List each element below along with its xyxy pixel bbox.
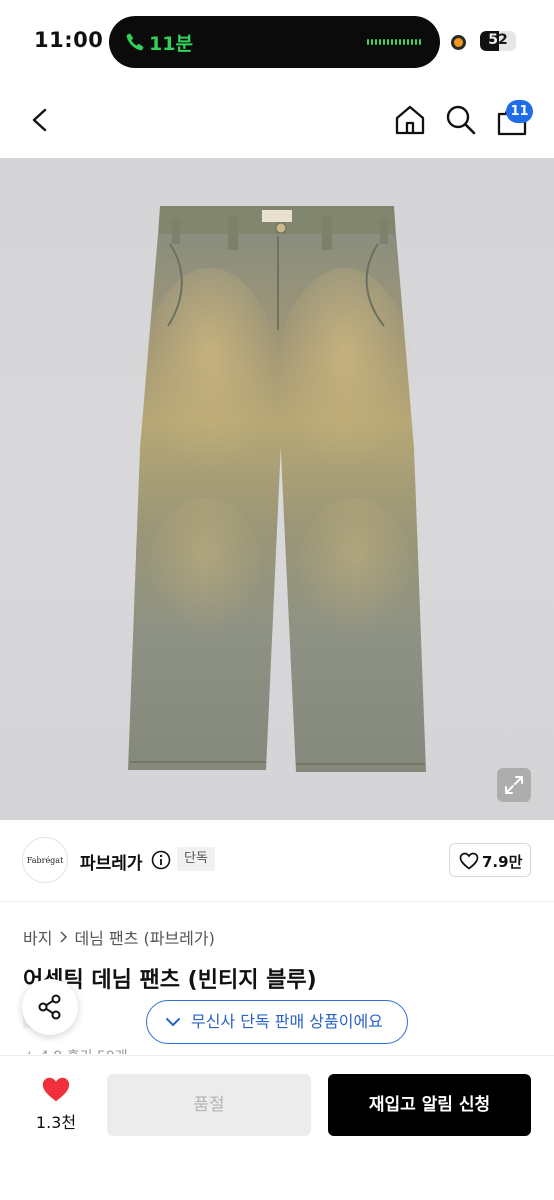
battery-indicator: 52 [480, 31, 516, 51]
restock-alert-button[interactable]: 재입고 알림 신청 [328, 1074, 531, 1136]
brand-like-count: 7.9만 [482, 853, 523, 871]
wave-bar [379, 39, 381, 45]
breadcrumb-category[interactable]: 바지 [23, 925, 52, 949]
expand-image-button[interactable] [497, 768, 531, 802]
breadcrumb: 바지 데님 팬츠 (파브레가) [23, 925, 215, 949]
status-bar: 11:00 11분 52 [0, 0, 554, 84]
chevron-down-icon [166, 1018, 180, 1026]
wave-bar [411, 39, 413, 45]
breadcrumb-subcategory[interactable]: 데님 팬츠 (파브레가) [74, 925, 214, 949]
brand-like-button[interactable]: 7.9만 [449, 843, 531, 877]
info-icon[interactable] [151, 850, 171, 870]
share-icon [38, 994, 61, 1020]
wave-bar [387, 39, 389, 45]
wishlist-button[interactable]: 1.3천 [24, 1076, 88, 1136]
chevron-right-icon [60, 931, 68, 943]
rating-text: ★ 4.9 후기 59개 [23, 1046, 128, 1054]
top-nav-bar [0, 84, 554, 158]
brand-name[interactable]: 파브레가 [80, 849, 143, 874]
denim-pants-image [128, 206, 426, 772]
soldout-button[interactable]: 품절 [107, 1074, 311, 1136]
battery-percentage: 52 [488, 32, 508, 48]
phone-icon [126, 33, 144, 51]
cart-count-badge: 11 [506, 100, 533, 123]
call-duration: 11분 [149, 33, 193, 55]
wave-bar [367, 39, 369, 45]
wave-bar [419, 39, 421, 45]
wave-bar [399, 39, 401, 45]
wave-bar [415, 39, 417, 45]
heart-outline-icon [459, 852, 479, 870]
audio-wave-icon [367, 37, 423, 47]
back-icon[interactable] [22, 102, 58, 138]
wave-bar [383, 39, 385, 45]
brand-logo[interactable]: Fabrégat [22, 837, 68, 883]
search-icon[interactable] [443, 102, 479, 138]
exclusive-notice-text: 무신사 단독 판매 상품이에요 [191, 1012, 383, 1031]
exclusive-notice-pill[interactable]: 무신사 단독 판매 상품이에요 [146, 1000, 408, 1044]
wave-bar [375, 39, 377, 45]
wave-bar [403, 39, 405, 45]
home-icon[interactable] [392, 102, 428, 138]
wave-bar [371, 39, 373, 45]
wave-bar [407, 39, 409, 45]
product-image[interactable] [0, 158, 554, 820]
expand-icon [505, 776, 523, 794]
dynamic-island[interactable]: 11분 [109, 16, 440, 68]
exclusive-tag: 단독 [177, 847, 215, 871]
brand-row: Fabrégat 파브레가 단독 7.9만 [0, 830, 554, 902]
bottom-action-bar: 1.3천 품절 재입고 알림 신청 [0, 1055, 554, 1200]
wishlist-count: 1.3천 [35, 1113, 77, 1132]
status-time: 11:00 [34, 28, 104, 52]
camera-indicator-icon [451, 35, 466, 50]
heart-icon [42, 1077, 70, 1102]
rating-summary[interactable]: ★ 4.9 후기 59개 [23, 1046, 163, 1054]
brand-logo-text: Fabrégat [26, 855, 64, 865]
wave-bar [395, 39, 397, 45]
wave-bar [391, 39, 393, 45]
share-button[interactable] [22, 979, 78, 1035]
